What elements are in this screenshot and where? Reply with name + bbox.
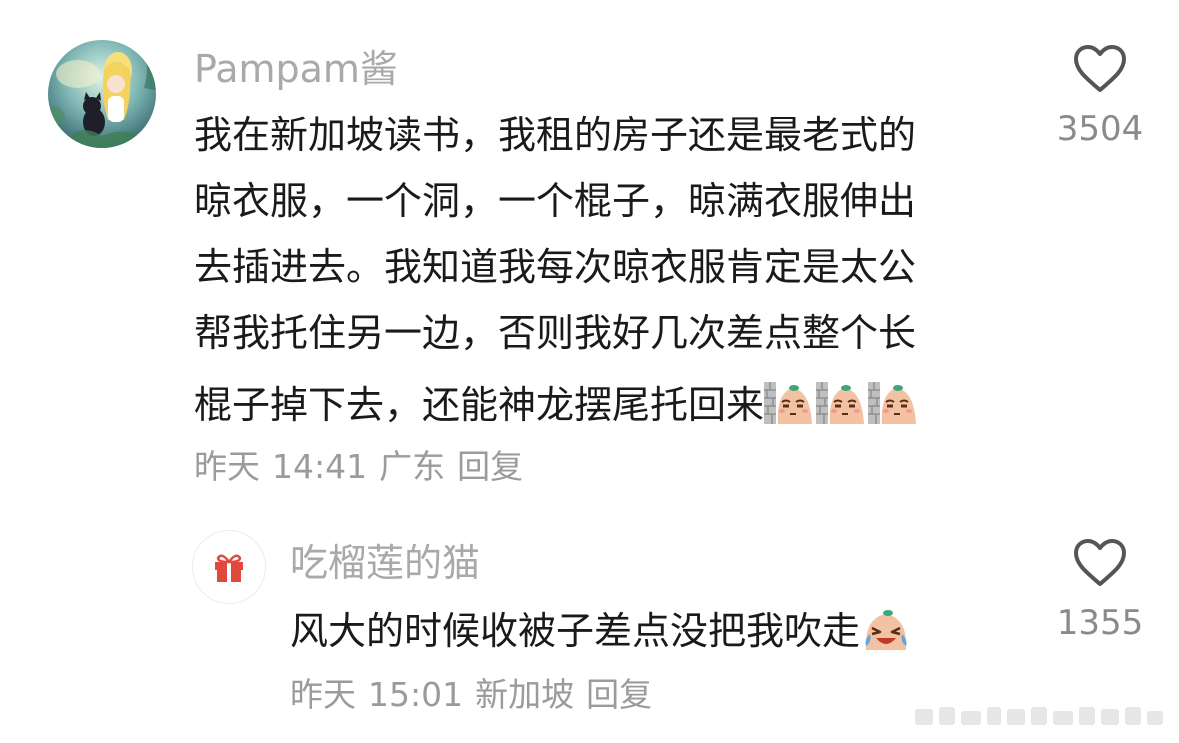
comment-meta: 昨天 14:41 广东 回复 <box>194 450 535 483</box>
peeking-behind-wall-emoji <box>764 380 816 432</box>
comment-time: 14:41 <box>272 447 368 486</box>
username[interactable]: 吃榴莲的猫 <box>290 544 480 582</box>
username[interactable]: Pampam酱 <box>194 50 398 88</box>
comment-location: 广东 <box>379 447 446 486</box>
comment-text: 风大的时候收被子差点没把我吹走 <box>290 609 861 653</box>
comment-meta: 昨天 15:01 新加坡 回复 <box>290 678 664 711</box>
avatar[interactable] <box>48 40 156 148</box>
watermark <box>915 703 1165 733</box>
like-button[interactable]: 1355 <box>1050 538 1150 640</box>
comment-text-line: 去插进去。我知道我每次晾衣服肯定是太公 <box>194 245 917 289</box>
reply-button[interactable]: 回复 <box>457 447 523 486</box>
comment-text-line: 风大的时候收被子差点没把我吹走 <box>290 606 912 658</box>
like-count: 3504 <box>1056 109 1144 149</box>
crying-laughing-emoji <box>860 606 912 658</box>
comment-text-line: 棍子掉下去，还能神龙摆尾托回来 <box>194 380 920 432</box>
heart-outline-icon <box>1050 44 1150 94</box>
comment-text: 棍子掉下去，还能神龙摆尾托回来 <box>194 383 765 427</box>
comment-text-line: 帮我托住另一边，否则我好几次差点整个长 <box>194 311 917 355</box>
like-button[interactable]: 3504 <box>1050 44 1150 146</box>
reply-button[interactable]: 回复 <box>586 675 652 714</box>
like-count: 1355 <box>1056 603 1144 643</box>
heart-outline-icon <box>1050 538 1150 588</box>
comment-date: 昨天 <box>194 447 260 486</box>
peeking-behind-wall-emoji <box>868 380 920 432</box>
gift-icon <box>193 550 265 584</box>
comment-time: 15:01 <box>368 675 464 714</box>
comment-location: 新加坡 <box>475 675 575 714</box>
peeking-behind-wall-emoji <box>816 380 868 432</box>
avatar-illustration <box>48 40 156 148</box>
avatar[interactable] <box>192 530 266 604</box>
comment-date: 昨天 <box>290 675 356 714</box>
comment-text-line: 晾衣服，一个洞，一个棍子，晾满衣服伸出 <box>194 179 917 223</box>
comment-text-line: 我在新加坡读书，我租的房子还是最老式的 <box>194 113 917 157</box>
